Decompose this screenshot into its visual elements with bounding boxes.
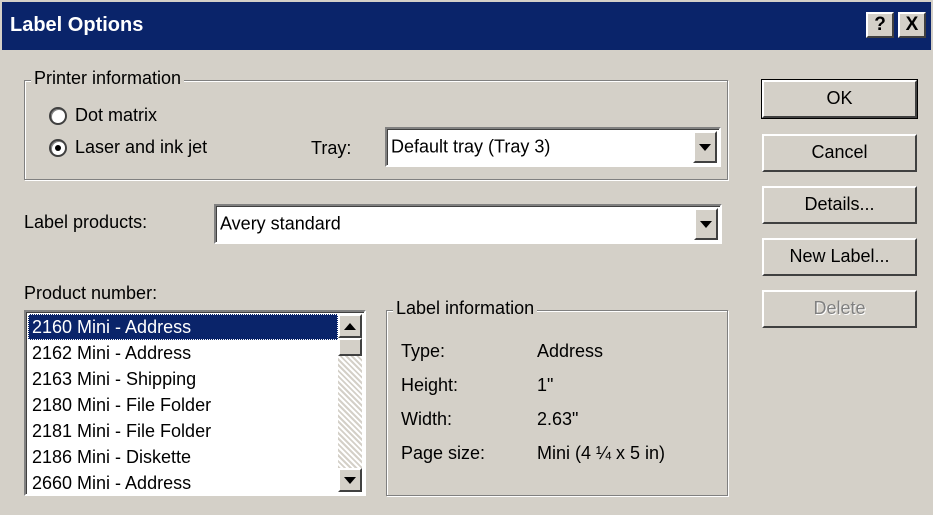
label-products-label: Label products: (24, 212, 148, 232)
chevron-down-icon (699, 143, 711, 151)
scroll-down-button[interactable] (338, 468, 362, 492)
list-item[interactable]: 2160 Mini - Address (28, 314, 338, 340)
title-bar[interactable]: Label Options ? X (2, 2, 931, 50)
label-information-legend: Label information (393, 298, 538, 319)
chevron-down-icon (700, 220, 712, 228)
type-key: Type: (401, 341, 446, 361)
laser-ink-jet-label: Laser and ink jet (75, 137, 208, 157)
laser-ink-jet-option[interactable]: Laser and ink jet (49, 137, 207, 158)
height-value: 1" (537, 375, 554, 395)
page-size-value: Mini (4 ¼ x 5 in) (537, 443, 666, 463)
cancel-button[interactable]: Cancel (762, 134, 917, 172)
list-item[interactable]: 2660 Mini - Address (28, 470, 338, 494)
chevron-down-icon (344, 476, 356, 484)
tray-value: Default tray (Tray 3) (391, 136, 551, 157)
width-value: 2.63" (537, 409, 579, 429)
tray-label: Tray: (311, 138, 352, 158)
type-value: Address (537, 341, 604, 361)
list-item[interactable]: 2162 Mini - Address (28, 340, 338, 366)
page-size-key: Page size: (401, 443, 486, 463)
label-products-select[interactable]: Avery standard (214, 204, 722, 244)
list-item[interactable]: 2163 Mini - Shipping (28, 366, 338, 392)
close-button[interactable]: X (898, 12, 926, 38)
list-item[interactable]: 2180 Mini - File Folder (28, 392, 338, 418)
dot-matrix-option[interactable]: Dot matrix (49, 105, 157, 126)
delete-button[interactable]: Delete (762, 290, 917, 328)
details-button[interactable]: Details... (762, 186, 917, 224)
dot-matrix-radio[interactable] (49, 106, 67, 125)
dot-matrix-label: Dot matrix (75, 105, 158, 125)
product-number-scrollbar[interactable] (338, 314, 362, 492)
list-item[interactable]: 2186 Mini - Diskette (28, 444, 338, 470)
new-label-button[interactable]: New Label... (762, 238, 917, 276)
scrollbar-track[interactable] (338, 338, 362, 468)
tray-select[interactable]: Default tray (Tray 3) (385, 127, 721, 167)
printer-information-group: Printer information Dot matrix Laser and… (24, 68, 728, 180)
laser-ink-jet-radio[interactable] (49, 138, 67, 157)
list-item[interactable]: 2181 Mini - File Folder (28, 418, 338, 444)
scrollbar-thumb[interactable] (338, 338, 362, 356)
label-products-value: Avery standard (220, 213, 341, 234)
printer-information-legend: Printer information (31, 68, 185, 89)
help-button[interactable]: ? (866, 12, 894, 38)
label-information-group: Label information Type: Address Height: … (386, 298, 728, 496)
label-options-dialog: Label Options ? X Printer information Do… (0, 0, 933, 515)
dialog-title: Label Options (10, 14, 144, 36)
width-key: Width: (401, 409, 453, 429)
ok-button[interactable]: OK (761, 79, 918, 119)
scroll-up-button[interactable] (338, 314, 362, 338)
chevron-up-icon (344, 322, 356, 330)
product-number-items: 2160 Mini - Address 2162 Mini - Address … (28, 314, 338, 494)
product-number-list[interactable]: 2160 Mini - Address 2162 Mini - Address … (24, 310, 366, 496)
height-key: Height: (401, 375, 459, 395)
tray-dropdown-button[interactable] (693, 131, 717, 163)
product-number-label: Product number: (24, 283, 158, 303)
label-products-dropdown-button[interactable] (694, 208, 718, 240)
